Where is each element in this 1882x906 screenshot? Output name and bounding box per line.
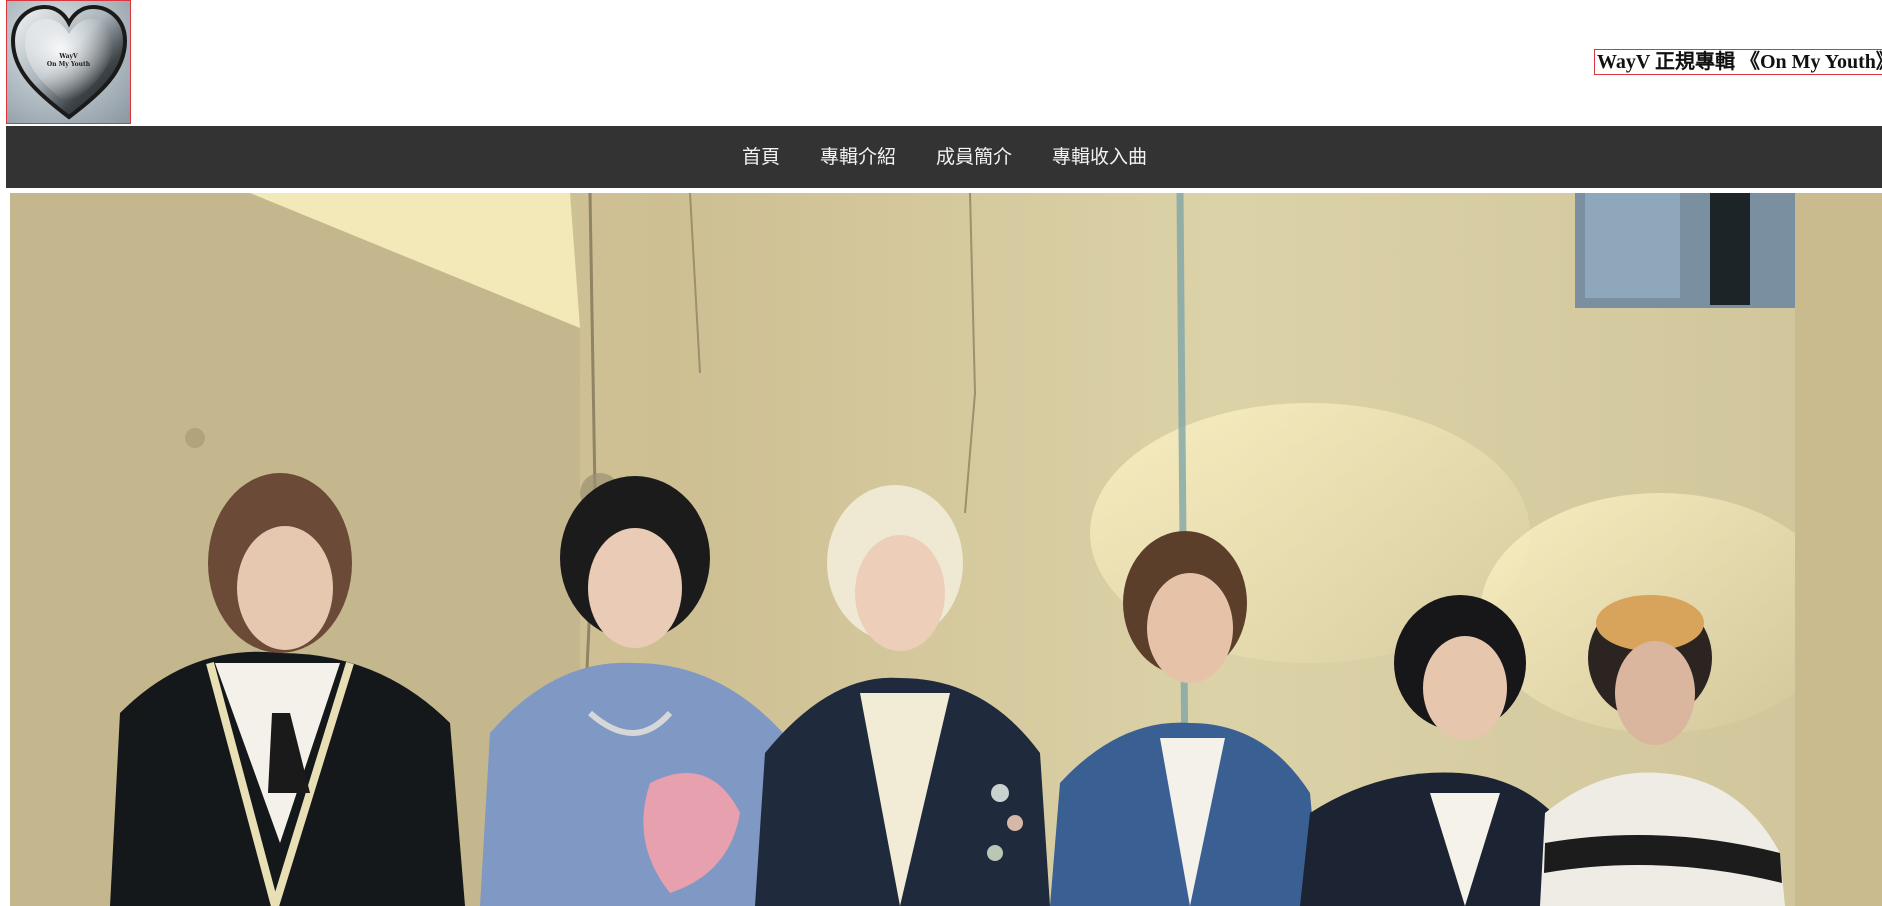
- nav-item-members[interactable]: 成員簡介: [916, 126, 1032, 188]
- nav-item-tracklist[interactable]: 專輯收入曲: [1032, 126, 1167, 188]
- logo-line-1: WayV: [59, 53, 78, 60]
- nav-item-home[interactable]: 首頁: [722, 126, 800, 188]
- nav-item-album-intro[interactable]: 專輯介紹: [800, 126, 916, 188]
- album-logo[interactable]: WayV On My Youth: [6, 0, 131, 124]
- main-nav: 首頁 專輯介紹 成員簡介 專輯收入曲: [6, 126, 1882, 188]
- logo-line-2: On My Youth: [46, 61, 91, 68]
- page-title: WayV 正規專輯 《On My Youth》: [1594, 49, 1882, 75]
- site-header: WayV On My Youth WayV 正規專輯 《On My Youth》: [0, 0, 1882, 126]
- hero-group-photo: [10, 193, 1882, 906]
